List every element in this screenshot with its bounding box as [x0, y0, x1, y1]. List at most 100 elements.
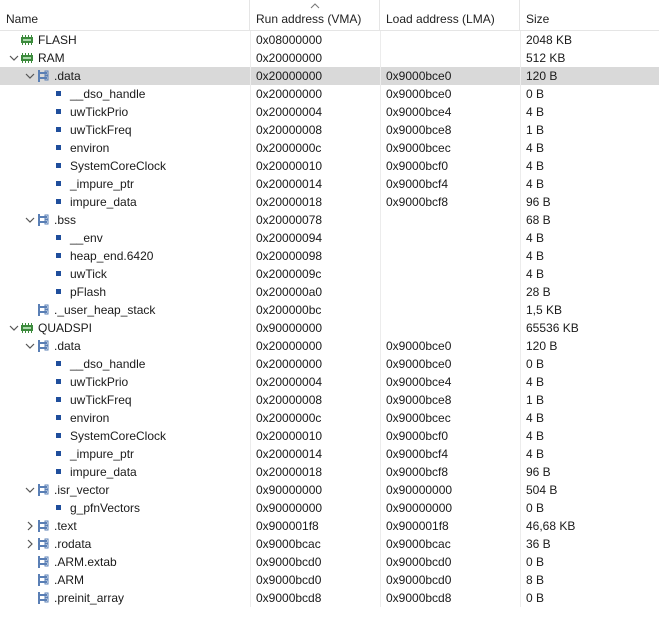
row-name-label: uwTickFreq [70, 123, 132, 137]
row-name-label: __dso_handle [70, 357, 146, 371]
name-cell: SystemCoreClock [0, 427, 250, 445]
tree-row[interactable]: .text 0x900001f8 0x900001f8 46,68 KB [0, 517, 659, 535]
tree-row[interactable]: _impure_ptr 0x20000014 0x9000bcf4 4 B [0, 175, 659, 193]
tree-row[interactable]: uwTickFreq 0x20000008 0x9000bce8 1 B [0, 121, 659, 139]
tree-row[interactable]: .bss 0x20000078 68 B [0, 211, 659, 229]
size-cell: 4 B [520, 103, 659, 121]
memory-chip-icon [20, 319, 34, 337]
size-cell: 46,68 KB [520, 517, 659, 535]
load-address-cell: 0x9000bcd8 [380, 589, 520, 607]
tree-row[interactable]: impure_data 0x20000018 0x9000bcf8 96 B [0, 463, 659, 481]
symbol-icon [52, 445, 66, 463]
chevron-down-icon[interactable] [24, 67, 36, 85]
tree-row[interactable]: __dso_handle 0x20000000 0x9000bce0 0 B [0, 355, 659, 373]
row-name-label: .rodata [54, 537, 92, 551]
name-cell: .ARM [0, 571, 250, 589]
tree-row[interactable]: .ARM 0x9000bcd0 0x9000bcd0 8 B [0, 571, 659, 589]
chevron-down-icon[interactable] [8, 319, 20, 337]
run-address-cell: 0x2000009c [250, 265, 380, 283]
load-address-cell: 0x9000bce4 [380, 373, 520, 391]
load-address-cell: 0x9000bcf8 [380, 463, 520, 481]
section-icon [36, 571, 50, 589]
run-address-cell: 0x20000004 [250, 373, 380, 391]
run-address-cell: 0x20000010 [250, 157, 380, 175]
symbol-icon [52, 499, 66, 517]
tree-row[interactable]: .isr_vector 0x90000000 0x90000000 504 B [0, 481, 659, 499]
tree-row[interactable]: .data 0x20000000 0x9000bce0 120 B [0, 337, 659, 355]
run-address-cell: 0x20000014 [250, 175, 380, 193]
tree-row[interactable]: __env 0x20000094 4 B [0, 229, 659, 247]
load-address-cell [380, 265, 520, 283]
column-header-size[interactable]: Size [520, 0, 659, 30]
load-address-cell: 0x9000bcf8 [380, 193, 520, 211]
tree-row[interactable]: FLASH 0x08000000 2048 KB [0, 31, 659, 49]
tree-row[interactable]: __dso_handle 0x20000000 0x9000bce0 0 B [0, 85, 659, 103]
tree-row[interactable]: environ 0x2000000c 0x9000bcec 4 B [0, 139, 659, 157]
tree-row[interactable]: heap_end.6420 0x20000098 4 B [0, 247, 659, 265]
size-cell: 68 B [520, 211, 659, 229]
memory-chip-icon [20, 49, 34, 67]
row-name-label: .data [54, 69, 81, 83]
name-cell: .ARM.extab [0, 553, 250, 571]
tree-row[interactable]: .preinit_array 0x9000bcd8 0x9000bcd8 0 B [0, 589, 659, 607]
section-icon [36, 337, 50, 355]
tree-row[interactable]: uwTick 0x2000009c 4 B [0, 265, 659, 283]
tree-row[interactable]: g_pfnVectors 0x90000000 0x90000000 0 B [0, 499, 659, 517]
column-header-load-address[interactable]: Load address (LMA) [380, 0, 520, 30]
run-address-cell: 0x20000004 [250, 103, 380, 121]
tree-row[interactable]: environ 0x2000000c 0x9000bcec 4 B [0, 409, 659, 427]
run-address-cell: 0x20000008 [250, 121, 380, 139]
size-cell: 4 B [520, 445, 659, 463]
run-address-cell: 0x2000000c [250, 409, 380, 427]
chevron-down-icon[interactable] [24, 337, 36, 355]
tree-row[interactable]: uwTickPrio 0x20000004 0x9000bce4 4 B [0, 373, 659, 391]
tree-row[interactable]: .data 0x20000000 0x9000bce0 120 B [0, 67, 659, 85]
tree-row[interactable]: ._user_heap_stack 0x200000bc 1,5 KB [0, 301, 659, 319]
tree-row[interactable]: impure_data 0x20000018 0x9000bcf8 96 B [0, 193, 659, 211]
section-icon [36, 589, 50, 607]
run-address-cell: 0x20000000 [250, 337, 380, 355]
tree-row[interactable]: _impure_ptr 0x20000014 0x9000bcf4 4 B [0, 445, 659, 463]
size-cell: 4 B [520, 409, 659, 427]
row-name-label: FLASH [38, 33, 77, 47]
load-address-cell: 0x9000bcec [380, 409, 520, 427]
chevron-down-icon[interactable] [24, 211, 36, 229]
tree-row[interactable]: SystemCoreClock 0x20000010 0x9000bcf0 4 B [0, 157, 659, 175]
row-name-label: uwTick [70, 267, 107, 281]
tree-row[interactable]: SystemCoreClock 0x20000010 0x9000bcf0 4 B [0, 427, 659, 445]
name-cell: .rodata [0, 535, 250, 553]
tree-row[interactable]: uwTickPrio 0x20000004 0x9000bce4 4 B [0, 103, 659, 121]
load-address-cell [380, 301, 520, 319]
name-cell: impure_data [0, 193, 250, 211]
chevron-right-icon[interactable] [24, 535, 36, 553]
tree-row[interactable]: .ARM.extab 0x9000bcd0 0x9000bcd0 0 B [0, 553, 659, 571]
tree-row[interactable]: RAM 0x20000000 512 KB [0, 49, 659, 67]
tree-row[interactable]: pFlash 0x200000a0 28 B [0, 283, 659, 301]
name-cell: .data [0, 67, 250, 85]
size-cell: 28 B [520, 283, 659, 301]
row-name-label: g_pfnVectors [70, 501, 141, 515]
row-name-label: .ARM.extab [54, 555, 117, 569]
size-cell: 4 B [520, 427, 659, 445]
size-cell: 4 B [520, 175, 659, 193]
load-address-cell: 0x9000bcac [380, 535, 520, 553]
size-cell: 504 B [520, 481, 659, 499]
chevron-down-icon[interactable] [24, 481, 36, 499]
size-cell: 4 B [520, 157, 659, 175]
column-header-name[interactable]: Name [0, 0, 250, 30]
size-cell: 1 B [520, 391, 659, 409]
row-name-label: impure_data [70, 195, 137, 209]
symbol-icon [52, 175, 66, 193]
size-cell: 0 B [520, 85, 659, 103]
size-cell: 1,5 KB [520, 301, 659, 319]
symbol-icon [52, 229, 66, 247]
name-cell: RAM [0, 49, 250, 67]
chevron-right-icon[interactable] [24, 517, 36, 535]
chevron-down-icon[interactable] [8, 49, 20, 67]
tree-row[interactable]: uwTickFreq 0x20000008 0x9000bce8 1 B [0, 391, 659, 409]
name-cell: uwTickFreq [0, 121, 250, 139]
tree-row[interactable]: .rodata 0x9000bcac 0x9000bcac 36 B [0, 535, 659, 553]
row-name-label: environ [70, 141, 110, 155]
symbol-icon [52, 463, 66, 481]
tree-row[interactable]: QUADSPI 0x90000000 65536 KB [0, 319, 659, 337]
